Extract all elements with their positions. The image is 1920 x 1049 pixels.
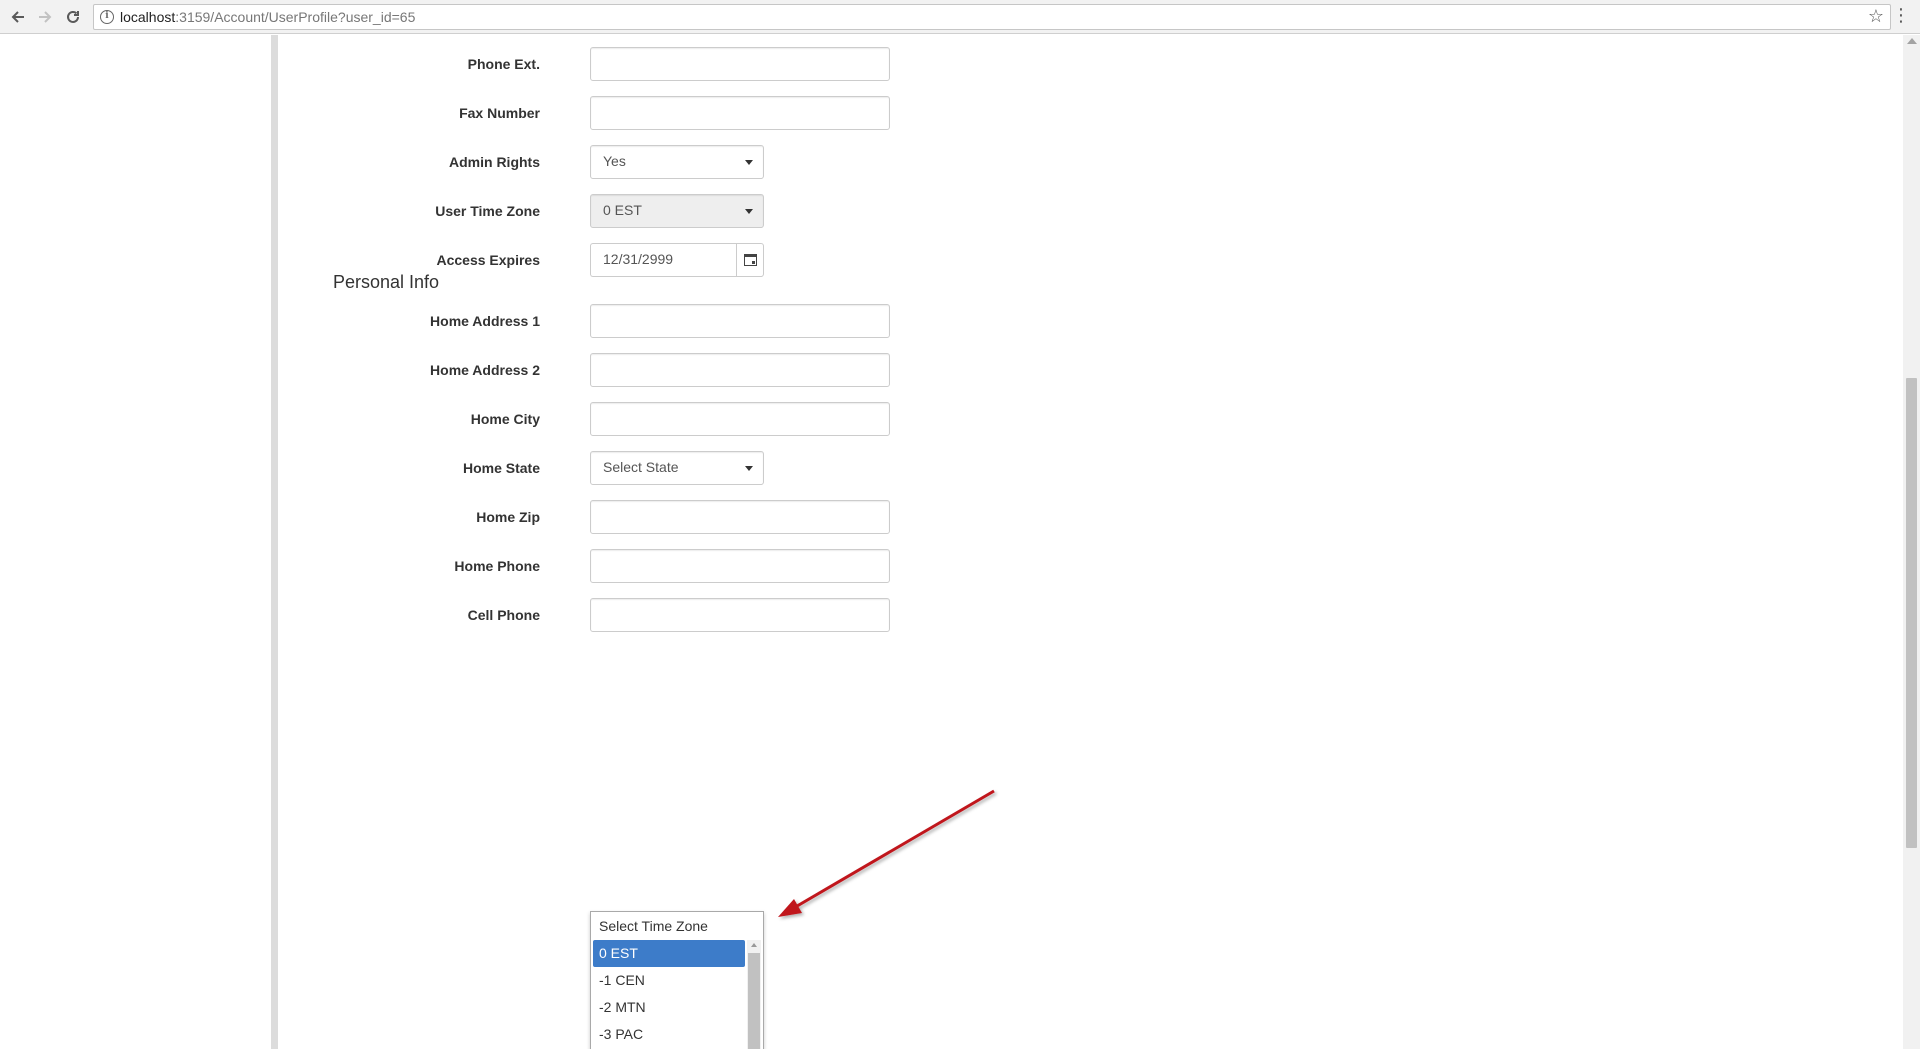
caret-down-icon [745,160,753,165]
access-expires-datepicker: 12/31/2999 [590,243,764,277]
dropdown-scrollbar[interactable] [747,940,761,1049]
home-zip-input[interactable] [590,500,890,534]
admin-rights-label: Admin Rights [449,154,540,170]
row-home-city: Home City [0,402,900,436]
access-expires-input[interactable]: 12/31/2999 [590,243,736,277]
user-time-zone-select[interactable]: 0 EST [590,194,764,228]
fax-number-label: Fax Number [459,105,540,121]
home-address-1-input[interactable] [590,304,890,338]
home-city-label: Home City [470,411,540,427]
annotation-arrow-icon [778,789,995,917]
personal-info-heading: Personal Info [333,272,440,292]
content-left-border [271,35,278,1049]
browser-toolbar: i localhost:3159/Account/UserProfile?use… [0,0,1920,34]
star-icon[interactable]: ☆ [1868,6,1884,27]
row-access-expires: Access Expires 12/31/2999 [0,243,900,277]
arrow-left-icon [11,11,24,23]
page-scroll-thumb[interactable] [1906,378,1917,848]
time-zone-options: 0 EST -1 CEN -2 MTN -3 PAC [593,940,745,1048]
kebab-menu-icon[interactable]: ⋮ [1892,5,1910,26]
time-zone-option[interactable]: -2 MTN [593,994,745,1021]
scroll-up-icon[interactable] [751,943,757,947]
admin-rights-select[interactable]: Yes [590,145,764,179]
caret-down-icon [745,209,753,214]
time-zone-option[interactable]: -3 PAC [593,1021,745,1048]
row-home-address-1: Home Address 1 [0,304,900,338]
scroll-up-icon[interactable] [1907,38,1917,44]
address-bar[interactable]: i localhost:3159/Account/UserProfile?use… [93,4,1891,30]
row-phone-ext: Phone Ext. [0,47,900,81]
forward-button[interactable] [33,5,57,29]
page-scrollbar[interactable] [1903,35,1920,1049]
url-host: localhost [120,9,176,25]
home-address-2-input[interactable] [590,353,890,387]
calendar-icon [743,254,757,266]
home-phone-input[interactable] [590,549,890,583]
row-home-state: Home State Select State [0,451,900,485]
phone-ext-input[interactable] [590,47,890,81]
row-admin-rights: Admin Rights Yes [0,145,900,179]
home-state-label: Home State [462,460,540,476]
admin-rights-value: Yes [603,153,626,169]
home-city-input[interactable] [590,402,890,436]
calendar-button[interactable] [736,243,764,277]
arrow-right-icon [39,11,52,23]
address-url: localhost:3159/Account/UserProfile?user_… [120,9,415,25]
user-time-zone-label: User Time Zone [435,203,540,219]
user-time-zone-value: 0 EST [603,202,642,218]
home-address-1-label: Home Address 1 [430,313,540,329]
row-home-phone: Home Phone [0,549,900,583]
fax-number-input[interactable] [590,96,890,130]
time-zone-placeholder-option[interactable]: Select Time Zone [599,918,708,934]
cell-phone-input[interactable] [590,598,890,632]
info-icon[interactable]: i [100,10,114,24]
time-zone-dropdown-list[interactable]: Select Time Zone 0 EST -1 CEN -2 MTN -3 … [590,911,764,1049]
access-expires-label: Access Expires [436,252,540,268]
home-zip-label: Home Zip [476,509,540,525]
page-viewport: Phone Ext. Fax Number Admin Rights Yes U… [0,35,1920,1049]
reload-icon [67,10,79,23]
row-home-zip: Home Zip [0,500,900,534]
caret-down-icon [745,466,753,471]
home-state-select[interactable]: Select State [590,451,764,485]
time-zone-option[interactable]: 0 EST [593,940,745,967]
home-phone-label: Home Phone [454,558,540,574]
dropdown-scroll-thumb[interactable] [748,953,760,1049]
reload-button[interactable] [61,5,85,29]
cell-phone-label: Cell Phone [467,607,540,623]
back-button[interactable] [6,5,30,29]
home-state-value: Select State [603,459,679,475]
time-zone-option[interactable]: -1 CEN [593,967,745,994]
row-home-address-2: Home Address 2 [0,353,900,387]
home-address-2-label: Home Address 2 [430,362,540,378]
row-user-time-zone: User Time Zone 0 EST [0,194,900,228]
phone-ext-label: Phone Ext. [467,56,540,72]
row-fax-number: Fax Number [0,96,900,130]
row-cell-phone: Cell Phone [0,598,900,632]
url-path: :3159/Account/UserProfile?user_id=65 [175,9,416,25]
